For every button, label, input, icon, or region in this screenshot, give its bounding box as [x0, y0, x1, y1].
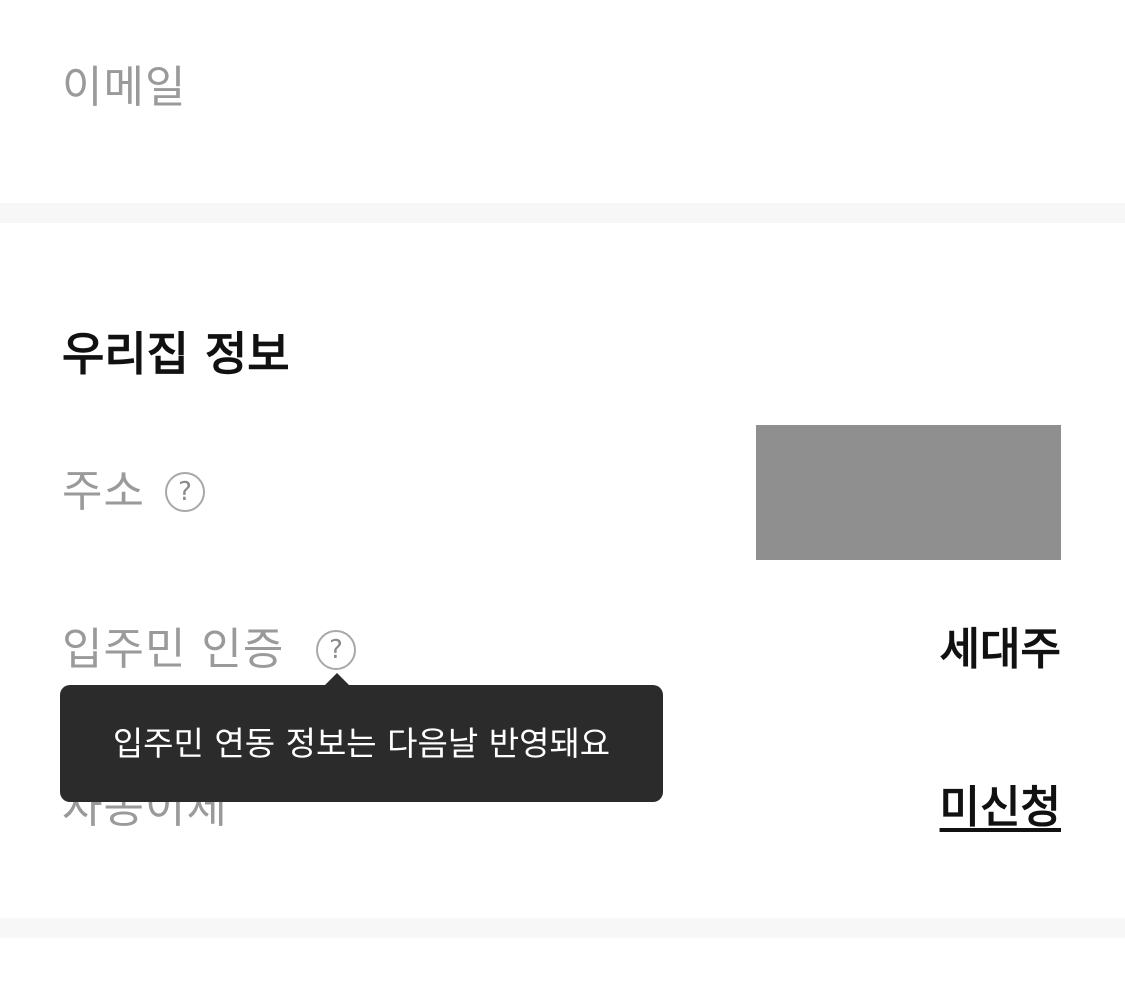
resident-auth-label: 입주민 인증	[62, 624, 285, 675]
auto-transfer-value-link[interactable]: 미신청	[940, 778, 1061, 838]
address-help-icon[interactable]: ?	[165, 472, 205, 512]
section-divider-bottom	[0, 918, 1125, 938]
address-label: 주소	[62, 466, 145, 517]
email-label: 이메일	[62, 62, 187, 113]
resident-auth-help-icon[interactable]: ?	[316, 630, 356, 670]
section-divider	[0, 203, 1125, 223]
resident-auth-tooltip: 입주민 연동 정보는 다음날 반영돼요	[60, 685, 663, 802]
resident-auth-value: 세대주	[939, 624, 1061, 675]
address-value-masked	[756, 425, 1061, 560]
section-title-home-info: 우리집 정보	[62, 327, 290, 381]
